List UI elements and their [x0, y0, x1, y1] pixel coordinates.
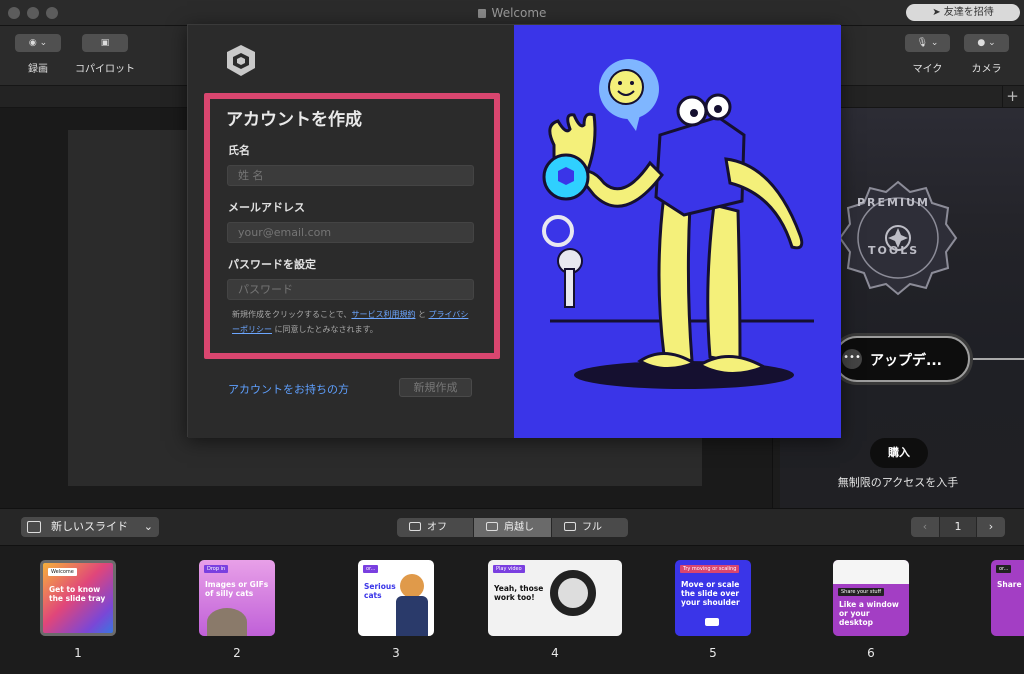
slide-6-text: Like a window or your desktop: [839, 600, 899, 627]
invite-label: 友達を招待: [943, 7, 994, 18]
sign-in-link[interactable]: アカウントをお持ちの方: [228, 381, 349, 397]
badge-bottom-text: TOOLS: [868, 244, 920, 257]
mode-full-label: フル: [582, 522, 602, 533]
slide-2-tag: Drop in: [204, 565, 229, 573]
copilot-label: コパイロット: [75, 64, 135, 75]
mode-shoulder-label: 肩越し: [504, 522, 534, 533]
buy-button[interactable]: 購入: [870, 438, 928, 468]
slide-number-3: 3: [392, 646, 400, 660]
copilot-button[interactable]: ▣: [82, 34, 128, 52]
cat-suit-image: [396, 596, 428, 636]
copilot-icon: ▣: [100, 38, 110, 48]
app-window: Welcome ➤ 友達を招待 ◉ ⌄ 録画 ▣ コパイロット 🎙 ⌄ マイク …: [0, 0, 1024, 674]
next-page-button[interactable]: ›: [977, 517, 1005, 537]
upgrade-connector: [972, 358, 1024, 360]
chevron-down-icon: ⌄: [143, 520, 153, 533]
slide-4-text: Yeah, those work too!: [494, 584, 544, 602]
terms-prefix: 新規作成をクリックすることで、: [232, 310, 352, 319]
slide-7-tag: or...: [996, 565, 1012, 573]
window-preview-image: [833, 560, 909, 584]
slide-6-tag: Share your stuff: [838, 588, 885, 596]
slide-number-5: 5: [709, 646, 717, 660]
email-input[interactable]: [227, 222, 474, 243]
slide-4-tag: Play video: [493, 565, 525, 573]
camera-mode-full[interactable]: フル: [552, 518, 628, 537]
mode-off-label: オフ: [427, 522, 447, 533]
name-input[interactable]: [227, 165, 474, 186]
cat-head-image: [400, 574, 424, 598]
new-slide-button[interactable]: 新しいスライド ⌄: [21, 517, 159, 537]
cat-image: [207, 608, 247, 636]
camera-icon: ● ⌄: [977, 38, 996, 48]
mode-off-icon: [409, 522, 421, 531]
badge-top-text: PREMIUM: [857, 196, 930, 209]
slide-thumb-7[interactable]: or... Share or seco: [991, 560, 1024, 636]
upgrade-label: アップデ...: [870, 353, 942, 369]
more-icon: •••: [842, 349, 862, 369]
slide-tray: Welcome Get to know the slide tray 1 Dro…: [0, 546, 1024, 674]
camera-mode-shoulder[interactable]: 肩越し: [474, 518, 551, 537]
mic-icon: 🎙 ⌄: [916, 38, 939, 48]
create-account-dialog: アカウントを作成 氏名 メールアドレス パスワードを設定 新規作成をクリックする…: [187, 24, 841, 438]
terms-of-service-link[interactable]: サービス利用規約: [351, 310, 415, 319]
window-title-text: Welcome: [491, 6, 547, 20]
slide-3-tag: or...: [363, 565, 379, 573]
slide-1-text: Get to know the slide tray: [49, 585, 106, 603]
name-label: 氏名: [228, 144, 250, 157]
record-icon: ◉ ⌄: [28, 38, 48, 48]
terms-text: 新規作成をクリックすることで、サービス利用規約 と プライバシーポリシー に同意…: [232, 307, 476, 337]
slide-thumb-2[interactable]: Drop in Images or GIFs of silly cats: [199, 560, 275, 636]
slide-3-text: Serious cats: [364, 582, 396, 600]
mascot-illustration: [542, 59, 814, 389]
mode-full-icon: [564, 522, 576, 531]
unlimited-access-text: 無制限のアクセスを入手: [837, 476, 959, 489]
slide-number-4: 4: [551, 646, 559, 660]
slide-number-1: 1: [74, 646, 82, 660]
title-bar: Welcome ➤ 友達を招待: [0, 0, 1024, 26]
password-label: パスワードを設定: [228, 258, 316, 271]
camera-label: カメラ: [971, 64, 1002, 75]
mode-shoulder-icon: [486, 522, 498, 531]
camera-button[interactable]: ● ⌄: [964, 34, 1009, 52]
invite-friends-button[interactable]: ➤ 友達を招待: [906, 4, 1020, 21]
record-button[interactable]: ◉ ⌄: [15, 34, 61, 52]
upgrade-button[interactable]: ••• アップデ...: [834, 336, 970, 382]
slide-thumb-5[interactable]: Try moving or scaling Move or scale the …: [675, 560, 751, 636]
slide-5-text: Move or scale the slide over your should…: [681, 580, 740, 607]
slide-thumb-4[interactable]: Play video Yeah, those work too!: [488, 560, 622, 636]
send-icon: ➤: [932, 7, 944, 18]
slide-5-tag: Try moving or scaling: [680, 565, 740, 573]
dialog-form-pane: アカウントを作成 氏名 メールアドレス パスワードを設定 新規作成をクリックする…: [188, 25, 514, 438]
slide-thumb-6[interactable]: Share your stuff Like a window or your d…: [833, 560, 909, 636]
app-icon: [477, 9, 486, 18]
slide-number-2: 2: [233, 646, 241, 660]
slide-thumb-3[interactable]: or... Serious cats: [358, 560, 434, 636]
app-logo-icon: [227, 45, 255, 76]
add-tab-button[interactable]: +: [1002, 86, 1022, 108]
email-label: メールアドレス: [228, 201, 305, 214]
move-handle-icon: [705, 618, 719, 626]
slide-toolbar: 新しいスライド ⌄ オフ 肩越し フル ‹ 1 ›: [0, 508, 1024, 546]
page-number: 1: [940, 517, 976, 537]
slide-1-tag: Welcome: [48, 568, 77, 576]
prev-page-button[interactable]: ‹: [911, 517, 939, 537]
dog-image: [550, 570, 596, 616]
mic-label: マイク: [912, 64, 943, 75]
dialog-illustration-pane: [514, 25, 841, 438]
slide-2-text: Images or GIFs of silly cats: [205, 580, 269, 598]
form-title: アカウントを作成: [226, 110, 362, 130]
terms-and: と: [415, 310, 429, 319]
add-slide-icon: [27, 521, 41, 533]
camera-mode-off[interactable]: オフ: [397, 518, 473, 537]
password-input[interactable]: [227, 279, 474, 300]
create-account-button[interactable]: 新規作成: [399, 378, 472, 397]
new-slide-label: 新しいスライド: [51, 520, 128, 533]
terms-suffix: に同意したとみなされます。: [272, 325, 378, 334]
window-title: Welcome: [0, 6, 1024, 20]
slide-thumb-1[interactable]: Welcome Get to know the slide tray: [40, 560, 116, 636]
slide-7-text: Share or seco: [997, 580, 1024, 589]
slide-number-6: 6: [867, 646, 875, 660]
mic-button[interactable]: 🎙 ⌄: [905, 34, 950, 52]
record-label: 録画: [28, 64, 48, 75]
